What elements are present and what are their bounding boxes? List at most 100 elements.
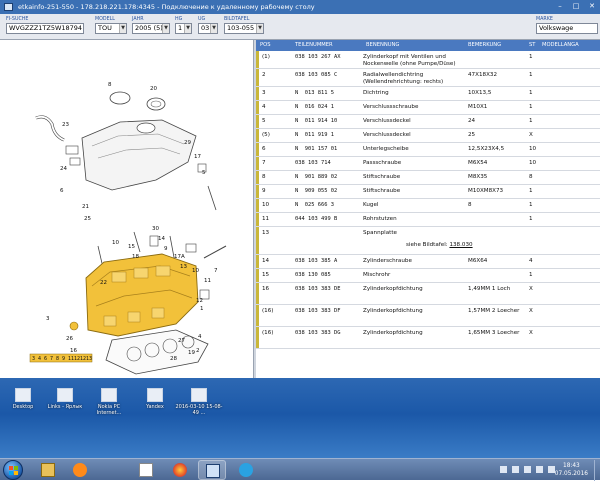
close-icon[interactable]: ✕	[588, 2, 596, 10]
clock[interactable]: 18:43 07.05.2016	[555, 462, 588, 478]
ref-label[interactable]: 15	[128, 244, 135, 250]
table-row[interactable]: (16) 038 103 383 DG Zylinderkopfdichtung X 1…	[256, 327, 600, 349]
modell-select[interactable]: TOU ▼	[95, 23, 127, 34]
footer-ref[interactable]: 8	[56, 356, 59, 362]
table-row[interactable]: 16 038 103 383 DE Zylinderkopfdichtung X 1,4…	[256, 283, 600, 305]
table-row[interactable]: 10 N 025 666 3 Kugel 1 8	[256, 199, 600, 213]
network-icon[interactable]	[512, 466, 519, 473]
ref-label[interactable]: 22	[100, 280, 107, 286]
chevron-down-icon[interactable]: ▼	[162, 24, 169, 33]
ref-label[interactable]: 24	[60, 166, 67, 172]
taskbar-media-player[interactable]	[66, 460, 94, 480]
ref-label[interactable]: 6	[60, 188, 64, 194]
parts-diagram[interactable]: 23 8 20 29 17 5 24 6 21 25 10 15 18 30 1…	[0, 40, 254, 378]
table-row[interactable]: 9 N 909 055 02 Stiftschraube 1 M10XM8X73	[256, 185, 600, 199]
taskbar-paint[interactable]	[132, 460, 160, 480]
ref-label[interactable]: 11	[204, 278, 211, 284]
desktop-icon-links[interactable]: Links - Ярлык	[44, 388, 86, 410]
ref-label[interactable]: 10	[192, 268, 199, 274]
table-row[interactable]: 5 N 011 914 10 Verschlussdeckel 1 24	[256, 115, 600, 129]
start-button[interactable]	[3, 460, 23, 480]
ref-label[interactable]: 30	[152, 226, 159, 232]
ref-label[interactable]: 1	[200, 306, 204, 312]
ref-label[interactable]: 26	[66, 336, 73, 342]
show-desktop-button[interactable]	[594, 460, 600, 481]
table-row[interactable]: 7 038 103 714 Passschraube 10 M6X54	[256, 157, 600, 171]
fi-suche-input[interactable]: WVGZZZ1TZ5W18794	[6, 23, 84, 34]
table-row[interactable]: (1) 038 103 267 AX Zylinderkopf mit Ventil…	[256, 51, 600, 69]
taskbar: 18:43 07.05.2016	[0, 458, 600, 481]
desktop-icon-yandex[interactable]: Yandex	[134, 388, 176, 410]
ref-label[interactable]: 9	[164, 246, 168, 252]
maximize-icon[interactable]: □	[572, 2, 580, 10]
ref-label[interactable]: 20	[150, 86, 157, 92]
ref-label[interactable]: 23	[62, 122, 69, 128]
chevron-down-icon[interactable]: ▼	[210, 24, 217, 33]
chevron-down-icon[interactable]: ▼	[119, 24, 126, 33]
footer-ref[interactable]: 7	[50, 356, 53, 362]
table-row[interactable]: (5) N 011 919 1 Verschlussdeckel X 25	[256, 129, 600, 143]
ref-label[interactable]: 12	[196, 298, 203, 304]
table-row[interactable]: 2 038 103 085 C Radialwellendichtring (Wel…	[256, 69, 600, 87]
ref-label[interactable]: 19	[188, 350, 195, 356]
ref-label[interactable]: 17A	[174, 254, 185, 260]
ref-label[interactable]: 8	[108, 82, 112, 88]
ref-label[interactable]: 14	[158, 236, 165, 242]
volume-icon[interactable]	[536, 466, 543, 473]
footer-ref[interactable]: 4	[38, 356, 41, 362]
jahr-select[interactable]: 2005 (5) ▼	[132, 23, 170, 34]
col-modellangabe[interactable]: MODELLANGA	[542, 40, 579, 51]
ref-label[interactable]: 27	[178, 338, 185, 344]
table-row[interactable]: 4 N 016 024 1 Verschlussschraube 1 M10X1	[256, 101, 600, 115]
desktop-icon-nokia[interactable]: Nokia PC Internet...	[88, 388, 130, 416]
col-benennung[interactable]: BENENNUNG	[366, 40, 399, 51]
ref-label[interactable]: 29	[184, 140, 191, 146]
ref-label[interactable]: 13	[180, 264, 187, 270]
table-row[interactable]: 11 044 103 499 B Rohrstutzen 1	[256, 213, 600, 227]
ref-label[interactable]: 25	[84, 216, 91, 222]
taskbar-firefox[interactable]	[166, 460, 194, 480]
minimize-icon[interactable]: –	[556, 2, 564, 10]
cell-pos: 4	[262, 104, 266, 110]
ref-label[interactable]: 28	[170, 356, 177, 362]
taskbar-remote-desktop[interactable]	[198, 460, 226, 480]
col-pos[interactable]: POS	[260, 40, 271, 51]
chevron-down-icon[interactable]: ▼	[184, 24, 191, 33]
ref-label[interactable]: 2	[196, 348, 200, 354]
table-row[interactable]: 14 038 103 385 A Zylinderschraube 4 M6X64	[256, 255, 600, 269]
bildtafel-link[interactable]: 138.030	[449, 242, 472, 248]
table-row[interactable]: (16) 038 103 383 DF Zylinderkopfdichtung X 1…	[256, 305, 600, 327]
ug-select[interactable]: 03 ▼	[198, 23, 218, 34]
table-row[interactable]: 13 Spannplatte siehe Bildtafel: 138.030	[256, 227, 600, 255]
taskbar-explorer[interactable]	[34, 460, 62, 480]
footer-ref[interactable]: 6	[44, 356, 47, 362]
footer-ref[interactable]: 13	[86, 356, 92, 362]
table-row[interactable]: 15 038 130 085 Mischrohr 1	[256, 269, 600, 283]
footer-ref[interactable]: 9	[62, 356, 65, 362]
taskbar-skype[interactable]	[232, 460, 260, 480]
chevron-down-icon[interactable]: ▼	[256, 24, 263, 33]
desktop-icon-screenshot[interactable]: 2016-03-10 15-08-49 ...	[174, 388, 224, 416]
ref-label[interactable]: 10	[112, 240, 119, 246]
table-row[interactable]: 8 N 901 889 02 Stiftschraube 8 M8X35	[256, 171, 600, 185]
bildtafel-select[interactable]: 103-055 ▼	[224, 23, 264, 34]
col-teilenummer[interactable]: TEILENUMMER	[295, 40, 333, 51]
ref-label[interactable]: 4	[198, 334, 202, 340]
hg-select[interactable]: 1 ▼	[175, 23, 192, 34]
ref-label[interactable]: 16	[70, 348, 77, 354]
table-row[interactable]: 3 N 013 811 5 Dichtring 1 10X13,5	[256, 87, 600, 101]
ref-label[interactable]: 21	[82, 204, 89, 210]
ref-label[interactable]: 3	[46, 316, 50, 322]
footer-ref[interactable]: 3	[32, 356, 35, 362]
language-icon[interactable]	[500, 466, 507, 473]
marke-input[interactable]: Volkswage	[536, 23, 598, 34]
table-row[interactable]: 6 N 901 157 01 Unterlegscheibe 10 12,5X23X4,…	[256, 143, 600, 157]
ref-label[interactable]: 5	[202, 170, 206, 176]
ref-label[interactable]: 17	[194, 154, 201, 160]
ref-label[interactable]: 18	[132, 254, 139, 260]
desktop-icon-desktop[interactable]: Desktop	[2, 388, 44, 410]
flag-icon[interactable]	[524, 466, 531, 473]
col-st[interactable]: ST	[529, 40, 535, 51]
col-bemerkung[interactable]: BEMERKUNG	[468, 40, 501, 51]
ref-label[interactable]: 7	[214, 268, 218, 274]
